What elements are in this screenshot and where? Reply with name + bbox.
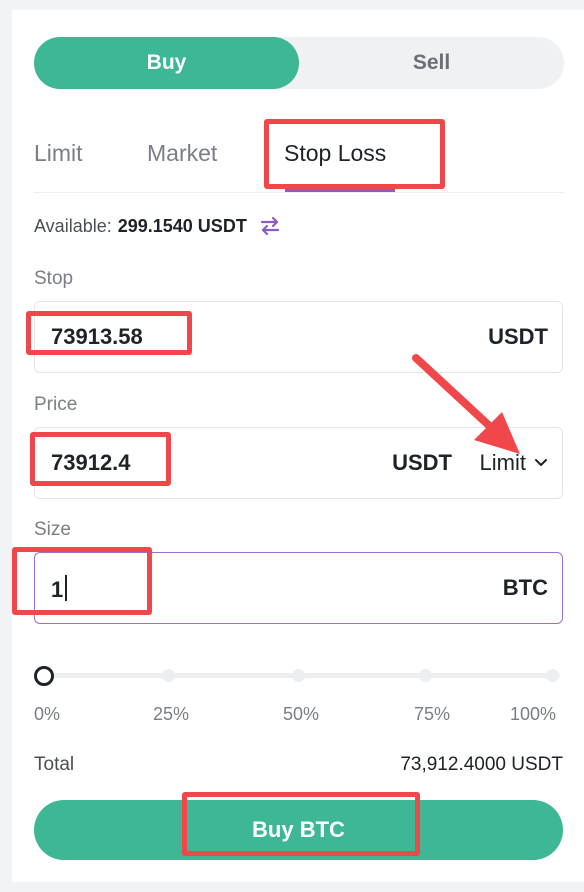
tab-market[interactable]: Market xyxy=(147,140,217,167)
stop-label: Stop xyxy=(34,268,74,289)
slider-handle[interactable] xyxy=(34,666,54,686)
stop-price-value: 73913.58 xyxy=(51,324,143,349)
order-type-tabs: Limit Market Stop Loss xyxy=(34,118,564,193)
swap-icon[interactable] xyxy=(259,215,281,237)
size-unit: BTC xyxy=(502,575,548,600)
tab-stop-loss[interactable]: Stop Loss xyxy=(284,140,386,167)
size-label: Size xyxy=(34,519,71,540)
price-label: Price xyxy=(34,394,78,415)
price-type-label: Limit xyxy=(479,450,526,475)
slider-mark-75[interactable] xyxy=(419,669,432,682)
available-balance: Available: 299.1540 USDT xyxy=(34,215,281,237)
buy-btc-button[interactable]: Buy BTC xyxy=(34,800,563,860)
text-caret xyxy=(65,575,68,601)
slider-label: 50% xyxy=(283,704,320,724)
slider-labels: 0% 25% 50% 75% 100% xyxy=(34,704,564,726)
stop-price-field[interactable]: 73913.58 USDT xyxy=(34,301,563,373)
slider-label: 25% xyxy=(153,704,190,724)
price-type-select[interactable]: Limit xyxy=(480,450,548,476)
total-label: Total xyxy=(34,754,75,775)
chevron-down-icon xyxy=(535,459,547,466)
price-value: 73912.4 xyxy=(51,450,131,475)
size-percent-slider[interactable] xyxy=(34,664,564,688)
tab-limit[interactable]: Limit xyxy=(34,140,83,167)
slider-label: 100% xyxy=(510,704,557,724)
active-tab-underline xyxy=(285,189,395,192)
size-field[interactable]: 1 BTC xyxy=(34,552,563,624)
price-field[interactable]: 73912.4 USDT Limit xyxy=(34,427,563,499)
total-value: 73,912.4000 USDT xyxy=(400,754,563,775)
sell-tab-button[interactable]: Sell xyxy=(299,37,564,89)
available-label: Available: xyxy=(34,215,112,236)
slider-mark-25[interactable] xyxy=(162,669,175,682)
slider-mark-100[interactable] xyxy=(546,669,559,682)
available-value: 299.1540 USDT xyxy=(117,215,247,236)
size-value: 1 xyxy=(51,575,68,603)
slider-mark-50[interactable] xyxy=(292,669,305,682)
price-unit: USDT xyxy=(392,450,452,475)
slider-label: 75% xyxy=(414,704,451,724)
buy-tab-button[interactable]: Buy xyxy=(34,37,299,89)
stop-unit: USDT xyxy=(488,324,548,349)
slider-label: 0% xyxy=(34,704,61,724)
side-toggle: Buy Sell xyxy=(34,37,564,89)
